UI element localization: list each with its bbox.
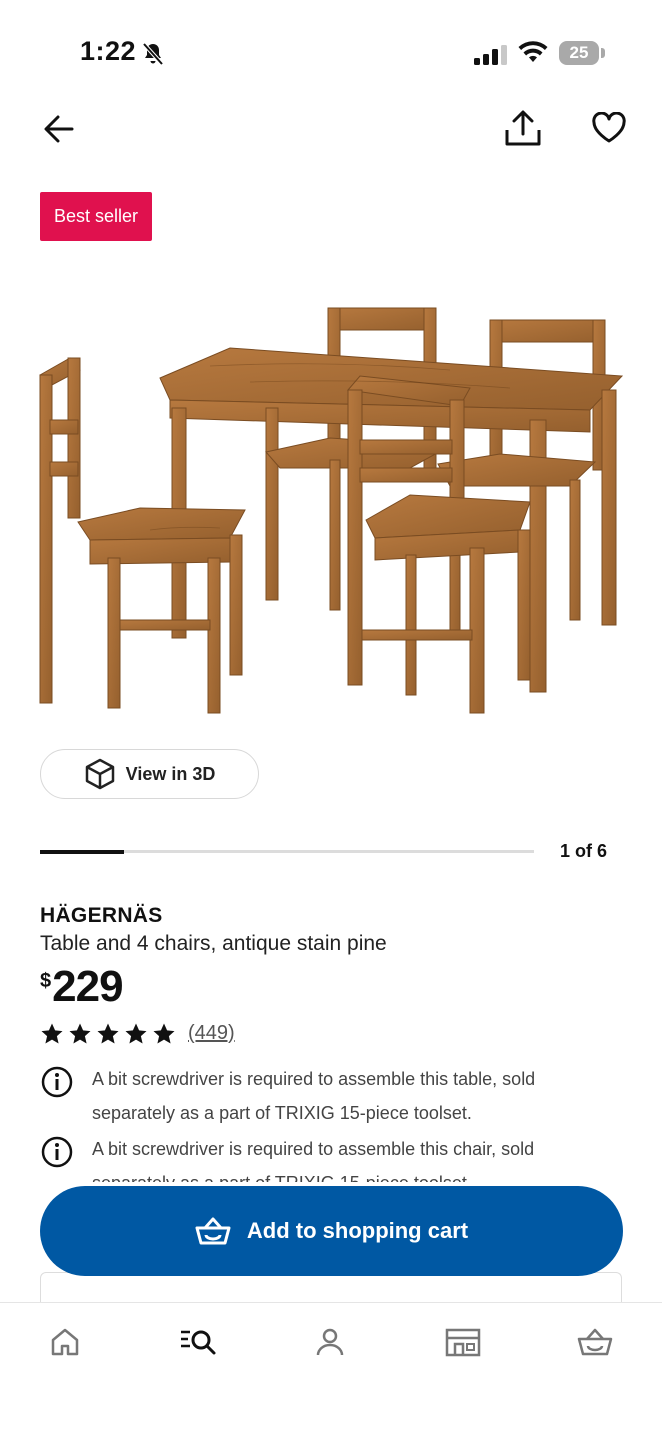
search-list-icon [181,1330,216,1355]
image-counter: 1 of 6 [560,841,608,861]
star-icon [97,1023,119,1044]
product-description: Table and 4 chairs, antique stain pine [40,932,387,955]
info-icon [41,1136,73,1168]
signal-icon [474,45,507,65]
bottom-tab-bar [0,1302,662,1441]
tab-home[interactable] [45,1324,85,1360]
rating-stars[interactable] [40,1022,176,1046]
cube-3d-icon [85,758,114,790]
silent-bell-icon [142,42,164,66]
battery-cap [601,48,605,58]
basket-icon [195,1217,231,1245]
view-in-3d-label: View in 3D [125,763,216,784]
tab-profile[interactable] [310,1324,350,1360]
best-seller-badge: Best seller [40,192,153,241]
product-name: HÄGERNÄS [40,904,163,927]
star-icon [41,1023,63,1044]
product-image[interactable] [30,290,640,720]
tab-basket[interactable] [575,1324,615,1360]
basket-icon [577,1328,613,1356]
image-carousel-progress-fill [40,849,124,854]
star-icon [69,1023,91,1044]
back-arrow-icon[interactable] [42,112,76,146]
star-icon [153,1023,175,1044]
add-to-cart-label: Add to shopping cart [246,1218,469,1243]
price-amount: 229 [52,962,123,1011]
store-icon [445,1328,481,1357]
tab-search[interactable] [178,1324,218,1360]
share-icon[interactable] [503,110,543,148]
info-icon [41,1066,73,1098]
view-in-3d-button[interactable]: View in 3D [40,749,259,799]
review-count-link[interactable]: (449) [188,1022,235,1045]
assembly-note-text: A bit screwdriver is required to assembl… [92,1139,535,1182]
image-carousel-progress [40,849,534,854]
assembly-note: A bit screwdriver is required to assembl… [40,1132,600,1182]
assembly-note-text: A bit screwdriver is required to assembl… [92,1069,536,1123]
wifi-icon [518,41,548,62]
status-time: 1:22 [80,36,137,66]
home-icon [51,1328,79,1356]
heart-favorite-icon[interactable] [591,112,627,144]
add-to-cart-button[interactable]: Add to shopping cart [40,1186,623,1276]
price-currency: $ [40,970,52,992]
assembly-note: A bit screwdriver is required to assembl… [40,1062,600,1130]
star-icon [125,1023,147,1044]
battery-indicator: 25 [559,41,599,65]
profile-icon [316,1328,344,1356]
product-price: $ 229 [40,962,124,1012]
tab-store[interactable] [443,1324,483,1360]
